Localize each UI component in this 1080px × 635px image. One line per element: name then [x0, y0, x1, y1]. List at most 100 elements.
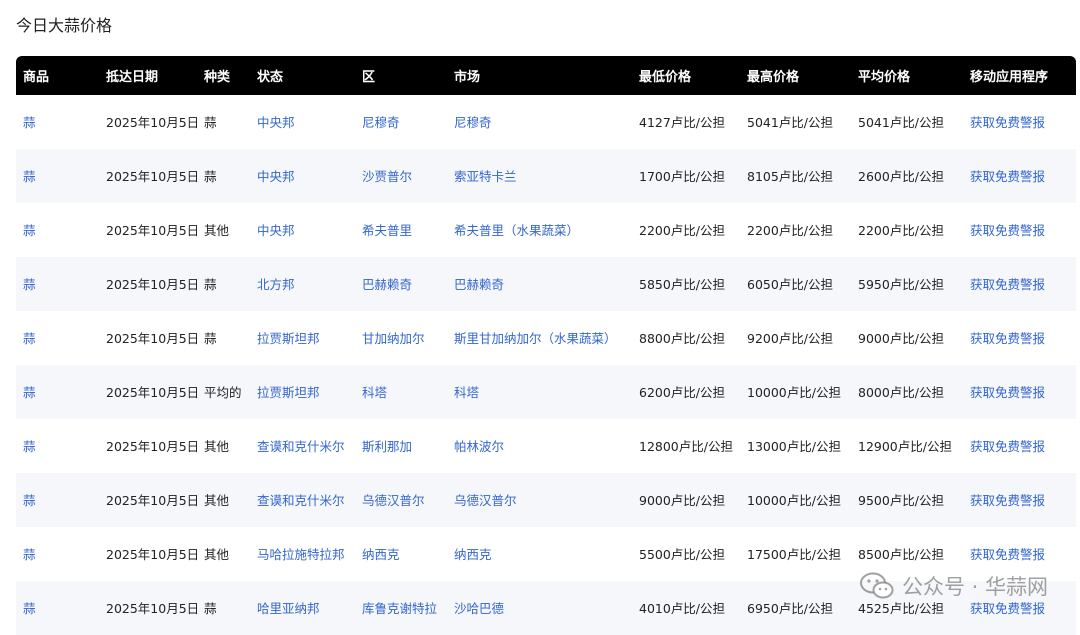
column-header-district: 区 — [362, 70, 376, 85]
table-row: 蒜 2025年10月5日蒜中央邦 尼穆奇 尼穆奇 4127卢比/公担 5041卢比/公担 5… — [16, 95, 1076, 149]
cell-min-price: 9000卢比/公担 — [639, 492, 726, 508]
cell-commodity[interactable]: 蒜 — [16, 257, 99, 311]
cell-market[interactable]: 斯里甘加纳加尔（水果蔬菜） — [447, 311, 632, 365]
cell-max-price: 8105卢比/公担 — [747, 168, 834, 184]
cell-market[interactable]: 沙哈巴德 — [447, 581, 632, 635]
cell-avg-price: 9000卢比/公担 — [858, 330, 945, 346]
cell-district[interactable]: 希夫普里 — [355, 203, 447, 257]
cell-get-alerts-link[interactable]: 获取免费警报 — [963, 365, 1076, 419]
table-row: 蒜 2025年10月5日蒜 拉贾斯坦邦 甘加纳加尔 斯里甘加纳加尔（水果蔬菜） 8800卢… — [16, 311, 1076, 365]
cell-variety: 蒜 — [204, 276, 217, 292]
cell-commodity[interactable]: 蒜 — [16, 95, 99, 149]
cell-district[interactable]: 库鲁克谢特拉 — [355, 581, 447, 635]
cell-commodity[interactable]: 蒜 — [16, 419, 99, 473]
cell-avg-price: 9500卢比/公担 — [858, 492, 945, 508]
cell-market[interactable]: 希夫普里（水果蔬菜） — [447, 203, 632, 257]
cell-state[interactable]: 查谟和克什米尔 — [250, 473, 355, 527]
cell-district[interactable]: 斯利那加 — [355, 419, 447, 473]
cell-commodity[interactable]: 蒜 — [16, 473, 99, 527]
cell-arrival-date: 2025年10月5日 — [106, 492, 197, 508]
cell-district[interactable]: 科塔 — [355, 365, 447, 419]
cell-min-price: 4127卢比/公担 — [639, 114, 726, 130]
cell-avg-price: 2200卢比/公担 — [858, 222, 945, 238]
cell-commodity[interactable]: 蒜 — [16, 581, 99, 635]
table-body: 蒜 2025年10月5日蒜中央邦 尼穆奇 尼穆奇 4127卢比/公担 5041卢比/公担 5… — [16, 95, 1076, 635]
cell-arrival-date: 2025年10月5日 — [106, 114, 197, 130]
cell-arrival-date: 2025年10月5日 — [106, 384, 197, 400]
cell-variety: 蒜 — [204, 600, 217, 616]
cell-arrival-date: 2025年10月5日 — [106, 438, 197, 454]
cell-min-price: 1700卢比/公担 — [639, 168, 726, 184]
cell-get-alerts-link[interactable]: 获取免费警报 — [963, 419, 1076, 473]
wechat-icon — [859, 572, 894, 599]
table-row: 蒜 2025年10月5日蒜北方邦 巴赫赖奇 巴赫赖奇 5850卢比/公担 6050卢比/公… — [16, 257, 1076, 311]
cell-max-price: 6050卢比/公担 — [747, 276, 834, 292]
cell-commodity[interactable]: 蒜 — [16, 311, 99, 365]
cell-commodity[interactable]: 蒜 — [16, 149, 99, 203]
column-header-state: 状态 — [257, 70, 284, 85]
cell-arrival-date: 2025年10月5日 — [106, 222, 197, 238]
cell-commodity[interactable]: 蒜 — [16, 203, 99, 257]
cell-get-alerts-link[interactable]: 获取免费警报 — [963, 311, 1076, 365]
cell-commodity[interactable]: 蒜 — [16, 365, 99, 419]
cell-district[interactable]: 纳西克 — [355, 527, 447, 581]
cell-variety: 蒜 — [204, 114, 217, 130]
cell-state[interactable]: 查谟和克什米尔 — [250, 419, 355, 473]
cell-arrival-date: 2025年10月5日 — [106, 168, 197, 184]
watermark: 公众号 · 华蒜网 — [859, 571, 1048, 601]
cell-variety: 其他 — [204, 492, 230, 508]
cell-district[interactable]: 巴赫赖奇 — [355, 257, 447, 311]
cell-min-price: 5500卢比/公担 — [639, 546, 726, 562]
table-row: 蒜 2025年10月5日 其他 中央邦 希夫普里 希夫普里（水果蔬菜） 2200卢比/公担 2… — [16, 203, 1076, 257]
cell-market[interactable]: 索亚特卡兰 — [447, 149, 632, 203]
table-row: 蒜 2025年10月5日 平均的 拉贾斯坦邦 科塔 科塔 6200卢比/公担 10000卢比/… — [16, 365, 1076, 419]
cell-state[interactable]: 马哈拉施特拉邦 — [250, 527, 355, 581]
cell-arrival-date: 2025年10月5日 — [106, 546, 197, 562]
cell-get-alerts-link[interactable]: 获取免费警报 — [963, 149, 1076, 203]
column-header-market: 市场 — [454, 70, 481, 85]
table-row: 蒜 2025年10月5日 其他 查谟和克什米尔 乌德汉普尔 乌德汉普尔 9000卢比/公担 1… — [16, 473, 1076, 527]
cell-variety: 其他 — [204, 546, 230, 562]
cell-state[interactable]: 拉贾斯坦邦 — [250, 311, 355, 365]
cell-district[interactable]: 沙贾普尔 — [355, 149, 447, 203]
cell-min-price: 6200卢比/公担 — [639, 384, 726, 400]
cell-state[interactable]: 哈里亚纳邦 — [250, 581, 355, 635]
cell-avg-price: 8000卢比/公担 — [858, 384, 945, 400]
cell-min-price: 4010卢比/公担 — [639, 600, 726, 616]
cell-market[interactable]: 尼穆奇 — [447, 95, 632, 149]
cell-state[interactable]: 拉贾斯坦邦 — [250, 365, 355, 419]
cell-district[interactable]: 乌德汉普尔 — [355, 473, 447, 527]
cell-get-alerts-link[interactable]: 获取免费警报 — [963, 203, 1076, 257]
cell-max-price: 13000卢比/公担 — [747, 438, 841, 454]
cell-market[interactable]: 巴赫赖奇 — [447, 257, 632, 311]
cell-market[interactable]: 科塔 — [447, 365, 632, 419]
column-header-max-price: 最高价格 — [747, 70, 800, 85]
cell-max-price: 9200卢比/公担 — [747, 330, 834, 346]
cell-state[interactable]: 中央邦 — [250, 149, 355, 203]
cell-variety: 其他 — [204, 438, 230, 454]
cell-variety: 蒜 — [204, 168, 217, 184]
column-header-avg-price: 平均价格 — [858, 70, 911, 85]
cell-variety: 蒜 — [204, 330, 217, 346]
cell-state[interactable]: 中央邦 — [250, 95, 355, 149]
cell-max-price: 6950卢比/公担 — [747, 600, 834, 616]
cell-get-alerts-link[interactable]: 获取免费警报 — [963, 257, 1076, 311]
cell-avg-price: 12900卢比/公担 — [858, 438, 952, 454]
cell-state[interactable]: 北方邦 — [250, 257, 355, 311]
watermark-text: 公众号 · 华蒜网 — [901, 575, 1048, 599]
cell-get-alerts-link[interactable]: 获取免费警报 — [963, 473, 1076, 527]
cell-max-price: 2200卢比/公担 — [747, 222, 834, 238]
cell-market[interactable]: 乌德汉普尔 — [447, 473, 632, 527]
column-header-mobile-app: 移动应用程序 — [970, 70, 1049, 85]
cell-district[interactable]: 甘加纳加尔 — [355, 311, 447, 365]
cell-avg-price: 5041卢比/公担 — [858, 114, 945, 130]
cell-max-price: 10000卢比/公担 — [747, 492, 841, 508]
cell-district[interactable]: 尼穆奇 — [355, 95, 447, 149]
cell-get-alerts-link[interactable]: 获取免费警报 — [963, 95, 1076, 149]
cell-market[interactable]: 帕林波尔 — [447, 419, 632, 473]
table-header-row: 商品 抵达日期 种类 状态 区 市场 最低价格 最高价格 平均价格 移动应用程序 — [16, 56, 1076, 95]
cell-market[interactable]: 纳西克 — [447, 527, 632, 581]
cell-commodity[interactable]: 蒜 — [16, 527, 99, 581]
cell-max-price: 5041卢比/公担 — [747, 114, 834, 130]
cell-state[interactable]: 中央邦 — [250, 203, 355, 257]
